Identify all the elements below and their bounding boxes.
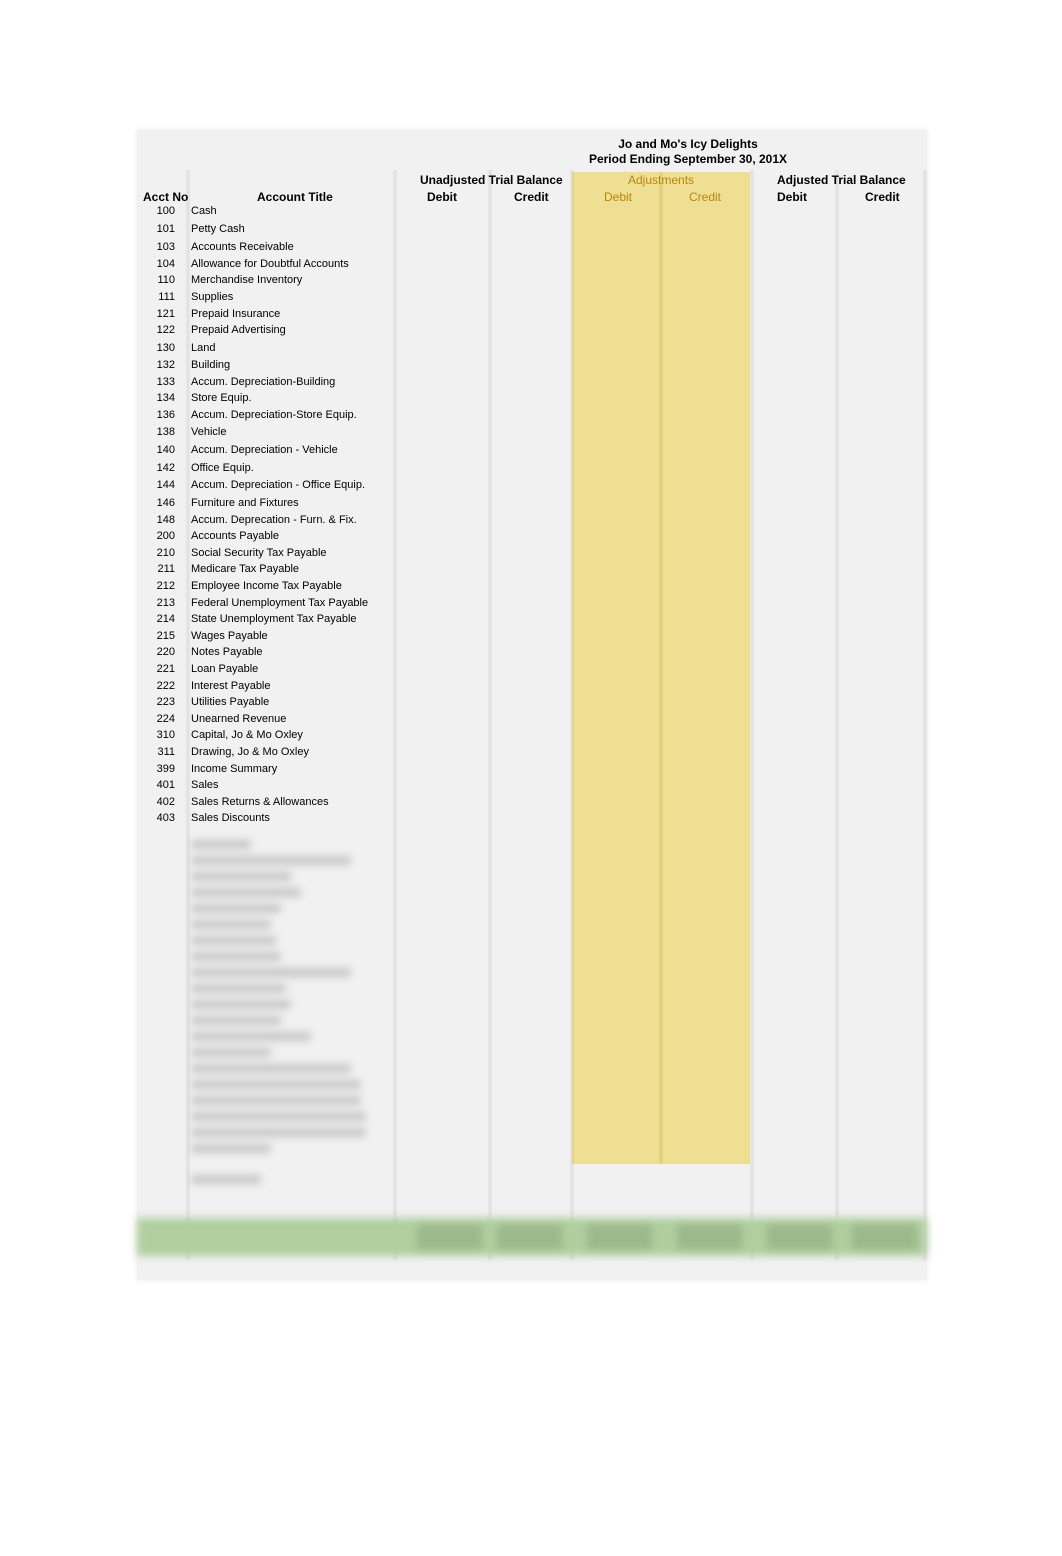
account-number: 140 bbox=[156, 444, 175, 456]
account-number: 221 bbox=[156, 663, 175, 675]
account-title: Accum. Depreciation - Office Equip. bbox=[191, 479, 366, 491]
account-number: 121 bbox=[156, 308, 175, 320]
adjustments-debit-header: Debit bbox=[604, 190, 633, 204]
account-number: 310 bbox=[156, 729, 175, 741]
account-title: Employee Income Tax Payable bbox=[191, 580, 342, 592]
company-name: Jo and Mo's Icy Delights bbox=[618, 137, 758, 151]
account-number: 399 bbox=[156, 763, 175, 775]
blurred-preview-area bbox=[137, 830, 927, 1280]
account-number: 122 bbox=[156, 324, 175, 336]
account-title: Prepaid Advertising bbox=[191, 324, 286, 336]
account-number: 214 bbox=[156, 613, 175, 625]
account-title: Cash bbox=[191, 205, 217, 217]
account-title: Sales Returns & Allowances bbox=[191, 796, 329, 808]
account-number: 213 bbox=[156, 597, 175, 609]
account-number: 142 bbox=[156, 462, 175, 474]
account-title: Accum. Depreciation - Vehicle bbox=[191, 444, 338, 456]
account-number: 138 bbox=[156, 426, 175, 438]
account-number: 103 bbox=[156, 241, 175, 253]
adjusted-credit-header: Credit bbox=[865, 190, 900, 204]
account-title: Sales Discounts bbox=[191, 812, 270, 824]
account-title: Land bbox=[191, 342, 216, 354]
period-title: Period Ending September 30, 201X bbox=[588, 152, 788, 166]
account-title: Sales bbox=[191, 779, 219, 791]
account-title: State Unemployment Tax Payable bbox=[191, 613, 357, 625]
account-title: Medicare Tax Payable bbox=[191, 563, 300, 575]
account-number: 101 bbox=[156, 223, 175, 235]
account-number: 146 bbox=[156, 497, 175, 509]
account-title: Merchandise Inventory bbox=[191, 274, 303, 286]
account-title: Prepaid Insurance bbox=[191, 308, 281, 320]
account-title: Office Equip. bbox=[191, 462, 254, 474]
account-number: 148 bbox=[156, 514, 175, 526]
account-number: 215 bbox=[156, 630, 175, 642]
account-number: 211 bbox=[157, 563, 175, 575]
account-title: Store Equip. bbox=[191, 392, 252, 404]
account-title: Accounts Receivable bbox=[191, 241, 294, 253]
account-title: Accum. Deprecation - Furn. & Fix. bbox=[191, 514, 357, 526]
account-number: 403 bbox=[156, 812, 175, 824]
account-title-header: Account Title bbox=[257, 190, 333, 204]
account-title: Unearned Revenue bbox=[191, 713, 287, 725]
unadjusted-debit-header: Debit bbox=[427, 190, 457, 204]
account-number: 104 bbox=[156, 258, 175, 270]
account-title: Drawing, Jo & Mo Oxley bbox=[191, 746, 309, 758]
account-number: 401 bbox=[156, 779, 175, 791]
adjusted-header: Adjusted Trial Balance bbox=[777, 173, 906, 187]
account-number: 130 bbox=[156, 342, 175, 354]
account-title: Capital, Jo & Mo Oxley bbox=[191, 729, 303, 741]
account-number: 144 bbox=[156, 479, 175, 491]
account-number: 132 bbox=[156, 359, 175, 371]
account-number: 210 bbox=[156, 547, 175, 559]
account-number: 200 bbox=[156, 530, 175, 542]
account-number: 111 bbox=[158, 291, 175, 303]
account-title: Income Summary bbox=[191, 763, 278, 775]
account-number: 133 bbox=[156, 376, 175, 388]
account-number: 223 bbox=[156, 696, 175, 708]
account-number: 110 bbox=[157, 274, 175, 286]
account-title: Supplies bbox=[191, 291, 234, 303]
account-number: 402 bbox=[156, 796, 175, 808]
account-number: 220 bbox=[156, 646, 175, 658]
account-number: 136 bbox=[156, 409, 175, 421]
account-title: Utilities Payable bbox=[191, 696, 270, 708]
acct-no-header: Acct No bbox=[143, 190, 189, 204]
account-title: Notes Payable bbox=[191, 646, 263, 658]
adjustments-credit-header: Credit bbox=[689, 190, 722, 204]
adjustments-header: Adjustments bbox=[628, 173, 695, 187]
account-title: Loan Payable bbox=[191, 663, 259, 675]
account-number: 134 bbox=[156, 392, 175, 404]
account-title: Accum. Depreciation-Store Equip. bbox=[191, 409, 357, 421]
account-number: 100 bbox=[156, 205, 175, 217]
account-title: Petty Cash bbox=[191, 223, 245, 235]
account-title: Allowance for Doubtful Accounts bbox=[191, 258, 349, 270]
unadjusted-credit-header: Credit bbox=[514, 190, 549, 204]
account-number: 224 bbox=[156, 713, 175, 725]
account-number: 212 bbox=[156, 580, 175, 592]
account-title: Vehicle bbox=[191, 426, 227, 438]
adjusted-debit-header: Debit bbox=[777, 190, 807, 204]
account-title: Accum. Depreciation-Building bbox=[191, 376, 336, 388]
account-title: Wages Payable bbox=[191, 630, 268, 642]
account-title: Furniture and Fixtures bbox=[191, 497, 299, 509]
account-number: 222 bbox=[156, 680, 175, 692]
account-number: 311 bbox=[157, 746, 175, 758]
account-title: Accounts Payable bbox=[191, 530, 280, 542]
unadjusted-header: Unadjusted Trial Balance bbox=[420, 173, 563, 187]
account-title: Building bbox=[191, 359, 231, 371]
totals-row bbox=[137, 1218, 927, 1256]
account-title: Social Security Tax Payable bbox=[191, 547, 327, 559]
account-title: Federal Unemployment Tax Payable bbox=[191, 597, 369, 609]
account-title: Interest Payable bbox=[191, 680, 271, 692]
